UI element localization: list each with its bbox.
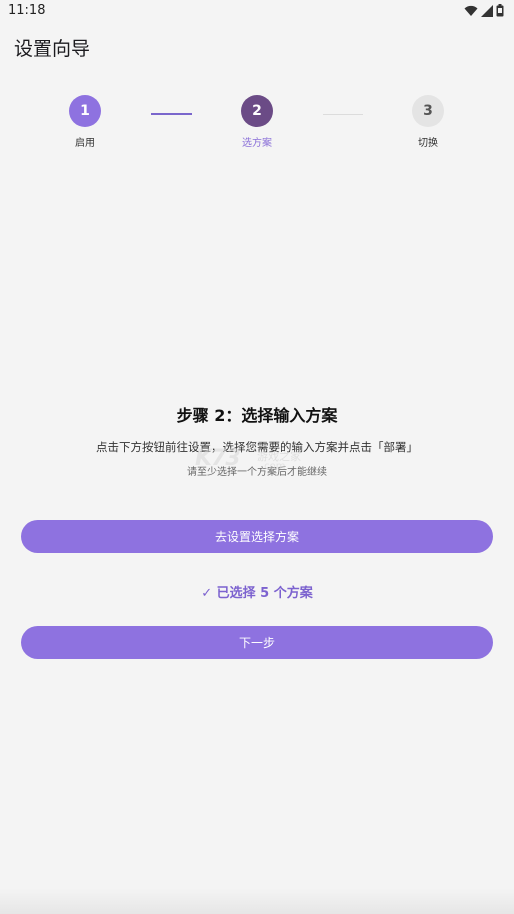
- step-label: 切换: [418, 138, 438, 149]
- watermark-domain: .com: [261, 461, 286, 472]
- step-connector-pending: [323, 114, 363, 115]
- step-label: 启用: [75, 138, 95, 149]
- step-connector-completed: [151, 113, 192, 115]
- step-heading: 步骤 2：选择输入方案: [176, 406, 338, 425]
- step-enable: 1 启用: [45, 95, 125, 149]
- signal-icon: [481, 4, 493, 17]
- step-select-scheme: 2 选方案: [217, 95, 297, 149]
- watermark-logo: K73: [195, 446, 241, 471]
- step-number-circle: 3: [412, 95, 444, 127]
- status-icons: [464, 4, 504, 17]
- battery-icon: [496, 4, 504, 17]
- stepper: 1 启用 2 选方案 3 切换: [0, 95, 514, 155]
- go-to-settings-button[interactable]: 去设置选择方案: [21, 520, 493, 553]
- page-title: 设置向导: [14, 38, 91, 60]
- step-switch: 3 切换: [388, 95, 468, 149]
- navigation-bar: [0, 888, 514, 914]
- step-number-circle: 1: [69, 95, 101, 127]
- watermark: K73 游戏之家 .com: [195, 446, 325, 476]
- step-label: 选方案: [242, 138, 272, 149]
- step-number-circle: 2: [241, 95, 273, 127]
- status-time: 11:18: [8, 3, 46, 18]
- wifi-icon: [464, 5, 478, 16]
- status-bar: 11:18: [0, 0, 514, 22]
- selected-status: ✓ 已选择 5 个方案: [201, 586, 313, 601]
- next-step-button[interactable]: 下一步: [21, 626, 493, 659]
